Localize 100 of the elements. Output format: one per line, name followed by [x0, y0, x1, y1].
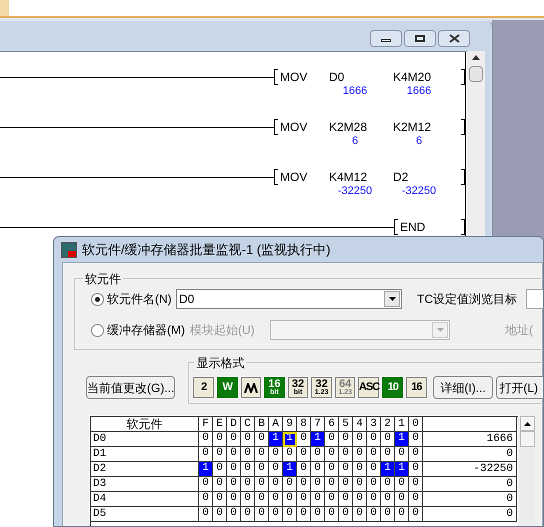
bit-cell[interactable]: 0: [227, 492, 241, 507]
bit-cell[interactable]: 0: [353, 432, 367, 447]
scroll-thumb[interactable]: [469, 66, 483, 82]
close-button[interactable]: [438, 30, 470, 47]
table-scrollbar[interactable]: [520, 416, 535, 526]
bit-cell[interactable]: 0: [339, 462, 353, 477]
bit-cell[interactable]: 0: [381, 492, 395, 507]
bit-cell[interactable]: 0: [409, 447, 423, 462]
bit-cell[interactable]: 0: [255, 477, 269, 492]
bit-cell[interactable]: 0: [311, 447, 325, 462]
bit-cell[interactable]: 0: [199, 477, 213, 492]
bit-cell[interactable]: 0: [367, 447, 381, 462]
format-button[interactable]: ASC: [358, 377, 380, 398]
bit-cell[interactable]: 0: [269, 477, 283, 492]
bit-cell[interactable]: 0: [311, 492, 325, 507]
bit-cell[interactable]: 0: [213, 447, 227, 462]
bit-cell[interactable]: 0: [283, 477, 297, 492]
bit-cell[interactable]: 0: [199, 447, 213, 462]
device-name-combo[interactable]: D0: [176, 289, 402, 309]
bit-cell[interactable]: 0: [283, 492, 297, 507]
open-button[interactable]: 打开(L): [496, 376, 543, 399]
bit-cell[interactable]: 0: [311, 477, 325, 492]
bit-cell[interactable]: 0: [353, 477, 367, 492]
bit-cell[interactable]: 0: [353, 507, 367, 522]
bit-cell[interactable]: 0: [409, 477, 423, 492]
bit-cell[interactable]: 0: [381, 447, 395, 462]
bit-cell[interactable]: 0: [227, 507, 241, 522]
bit-cell[interactable]: 0: [395, 477, 409, 492]
bit-cell[interactable]: 0: [255, 462, 269, 477]
bit-cell[interactable]: 0: [353, 462, 367, 477]
bit-cell[interactable]: 0: [367, 477, 381, 492]
bit-cell[interactable]: 0: [395, 507, 409, 522]
bit-cell[interactable]: 1: [311, 432, 325, 447]
bit-cell[interactable]: 0: [199, 492, 213, 507]
detail-button[interactable]: 详细(I)...: [432, 376, 494, 399]
format-button[interactable]: [240, 377, 262, 398]
bit-cell[interactable]: 0: [381, 432, 395, 447]
bit-cell[interactable]: 0: [325, 477, 339, 492]
bit-cell[interactable]: 0: [213, 462, 227, 477]
bit-cell[interactable]: 0: [325, 462, 339, 477]
bit-cell[interactable]: 0: [297, 477, 311, 492]
bit-cell[interactable]: 0: [297, 462, 311, 477]
radio-button[interactable]: [91, 292, 104, 306]
bit-cell[interactable]: 0: [339, 507, 353, 522]
bit-cell[interactable]: 0: [213, 492, 227, 507]
bit-cell[interactable]: 0: [353, 492, 367, 507]
bit-cell[interactable]: 0: [409, 507, 423, 522]
bit-cell[interactable]: 0: [409, 492, 423, 507]
bit-cell[interactable]: 0: [227, 462, 241, 477]
bit-cell[interactable]: 0: [353, 447, 367, 462]
bit-cell[interactable]: 0: [255, 492, 269, 507]
change-value-button[interactable]: 当前值更改(G)...: [86, 376, 176, 399]
bit-cell[interactable]: 0: [325, 432, 339, 447]
bit-cell[interactable]: 0: [381, 477, 395, 492]
bit-cell[interactable]: 0: [241, 492, 255, 507]
bit-cell[interactable]: 0: [367, 507, 381, 522]
bit-cell[interactable]: 0: [325, 507, 339, 522]
maximize-button[interactable]: [404, 30, 436, 47]
bit-cell[interactable]: 0: [339, 447, 353, 462]
bit-cell[interactable]: 0: [311, 507, 325, 522]
bit-cell[interactable]: 1: [283, 462, 297, 477]
bit-cell[interactable]: 0: [395, 492, 409, 507]
bit-cell[interactable]: 0: [409, 462, 423, 477]
bit-cell[interactable]: 0: [325, 492, 339, 507]
format-button[interactable]: 10: [382, 377, 404, 398]
module-start-combo[interactable]: [270, 320, 450, 340]
bit-cell[interactable]: 0: [339, 432, 353, 447]
bit-cell[interactable]: 0: [227, 447, 241, 462]
bit-cell[interactable]: 0: [269, 447, 283, 462]
bit-cell[interactable]: 0: [409, 432, 423, 447]
bit-cell[interactable]: 0: [311, 462, 325, 477]
format-button[interactable]: 16: [406, 377, 427, 398]
bit-cell[interactable]: 0: [241, 477, 255, 492]
bit-cell[interactable]: 0: [339, 477, 353, 492]
bit-cell[interactable]: 0: [213, 507, 227, 522]
bit-cell[interactable]: 0: [297, 492, 311, 507]
bit-cell[interactable]: 1: [381, 462, 395, 477]
bit-cell[interactable]: 0: [227, 432, 241, 447]
bit-cell[interactable]: 0: [297, 447, 311, 462]
bit-cell[interactable]: 0: [269, 507, 283, 522]
bit-cell[interactable]: 1: [199, 462, 213, 477]
bit-cell[interactable]: 0: [255, 507, 269, 522]
scroll-up-icon[interactable]: [472, 55, 480, 60]
bit-cell[interactable]: 0: [213, 477, 227, 492]
bit-cell[interactable]: 0: [269, 492, 283, 507]
bit-cell[interactable]: 0: [367, 462, 381, 477]
bit-cell[interactable]: 0: [255, 447, 269, 462]
bit-cell[interactable]: 0: [241, 447, 255, 462]
bit-cell[interactable]: 0: [395, 447, 409, 462]
bit-cell[interactable]: 1: [395, 462, 409, 477]
bit-cell[interactable]: 0: [241, 507, 255, 522]
bit-cell[interactable]: 0: [283, 507, 297, 522]
bit-cell[interactable]: 0: [269, 462, 283, 477]
scroll-up-button[interactable]: [520, 416, 535, 431]
bit-cell[interactable]: 1: [395, 432, 409, 447]
bit-cell[interactable]: 0: [241, 432, 255, 447]
format-button[interactable]: 2: [193, 377, 214, 398]
bit-cell[interactable]: 0: [339, 492, 353, 507]
bit-cell[interactable]: 0: [297, 507, 311, 522]
bit-cell[interactable]: 0: [241, 462, 255, 477]
